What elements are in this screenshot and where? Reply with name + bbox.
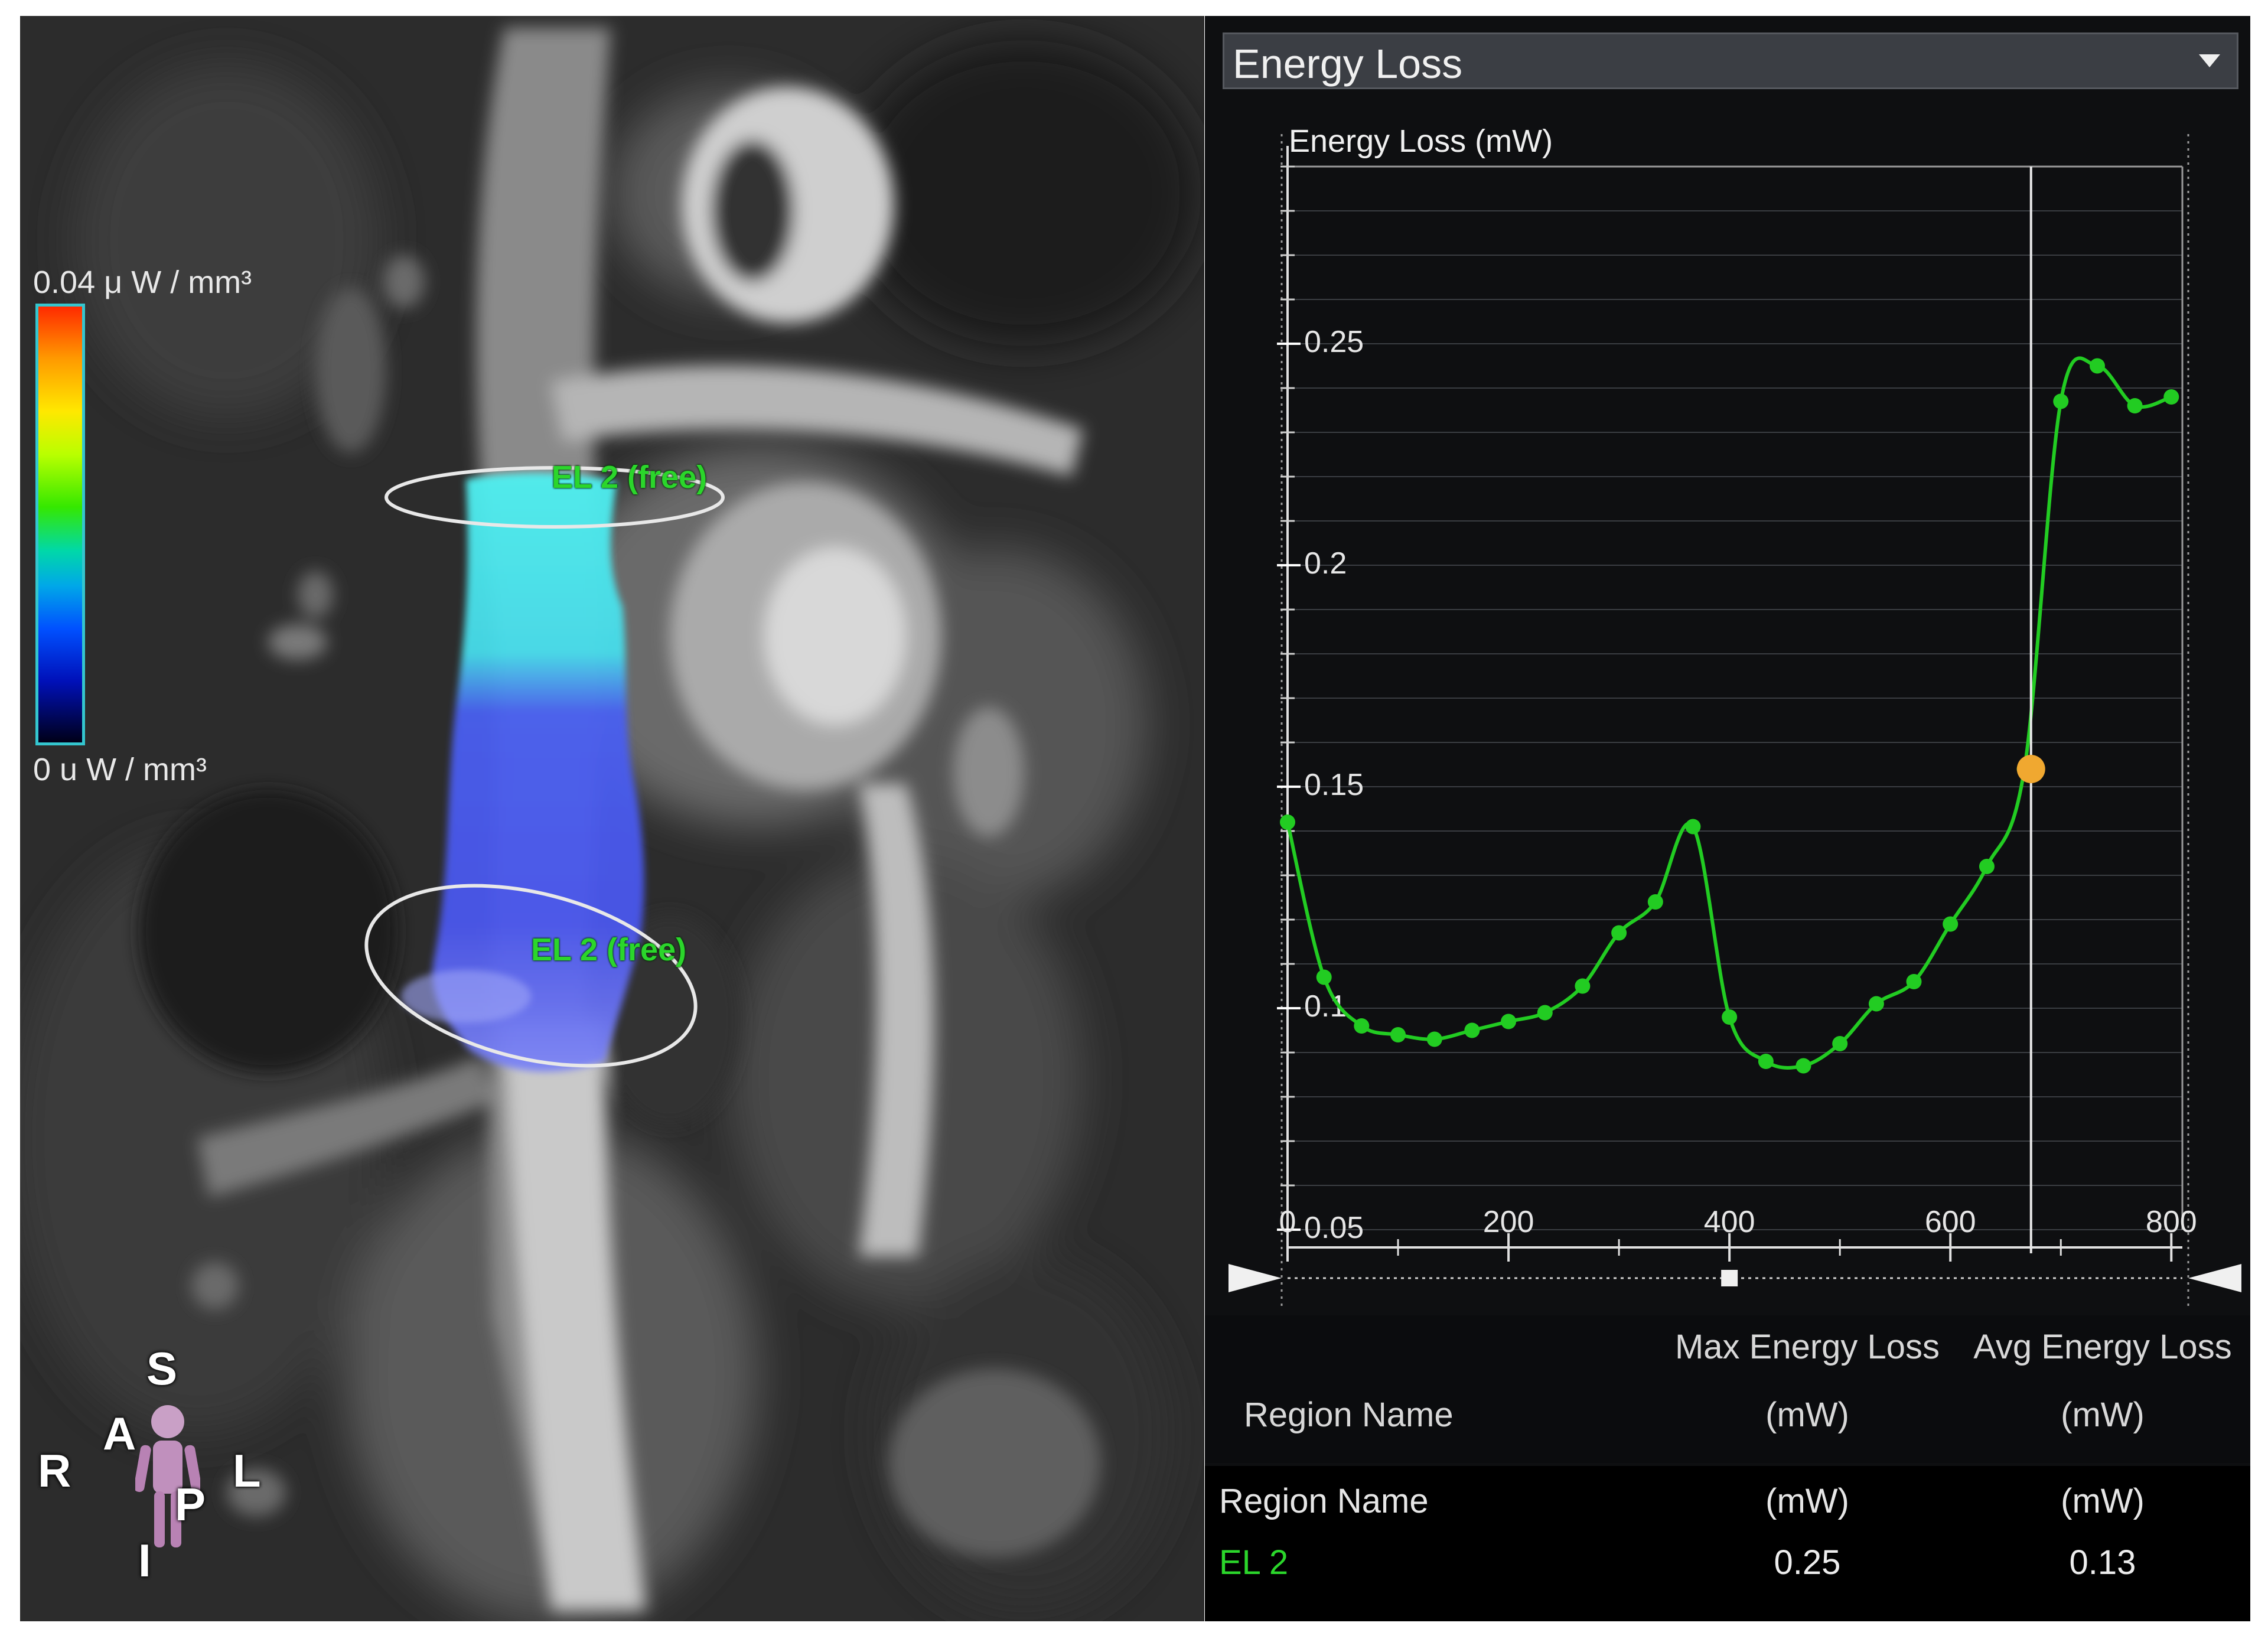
image-viewport[interactable]: 0.04 μ W / mm³ 0 u W / mm³ EL 2 (free) E… — [20, 16, 1204, 1621]
series-line — [1286, 356, 2172, 1070]
grid-lines — [1288, 166, 2182, 1230]
x-tick-label: 800 — [2146, 1205, 2197, 1239]
series-point — [1758, 1054, 1774, 1069]
colorbar — [35, 304, 85, 745]
x-tick-label: 200 — [1483, 1205, 1534, 1239]
series-point — [2127, 398, 2143, 413]
row-region-name: EL 2 — [1219, 1543, 1289, 1582]
series-point — [1868, 996, 1884, 1012]
series-layer — [1280, 356, 2179, 1074]
column-max-unit: (mW) — [1765, 1482, 1849, 1520]
time-range-slider — [1228, 1264, 2241, 1292]
y-tick-label: 0.2 — [1304, 546, 1347, 581]
table-header: Max Energy Loss Avg Energy Loss Region N… — [1205, 1315, 2250, 1463]
energy-loss-chart[interactable]: 0.05 0.1 0.15 0.2 0.25 0 200 400 600 800 Energy … — [1205, 93, 2250, 1309]
energy-loss-panel: Energy Loss 0.05 0.1 0.15 0.2 0.25 0 200 400 60… — [1205, 16, 2250, 1621]
chevron-down-icon[interactable] — [2199, 54, 2220, 67]
slider-left-handle[interactable] — [1228, 1264, 1282, 1292]
row-avg-value: 0.13 — [2069, 1543, 2136, 1582]
header-avg-unit: (mW) — [2061, 1396, 2145, 1434]
orientation-anterior: A — [103, 1407, 136, 1459]
y-tick-label: 0.15 — [1304, 768, 1364, 802]
y-axis-ticks: 0.050.10.150.20.25 — [1277, 165, 1364, 1245]
series-point — [2053, 393, 2069, 409]
series-point — [1354, 1018, 1370, 1034]
header-region-name: Region Name — [1244, 1396, 1454, 1434]
region-table: Region Name (mW) (mW) EL 2 0.25 0.13 — [1205, 1466, 2250, 1621]
series-point — [1537, 1005, 1553, 1021]
x-tick-label: 400 — [1704, 1205, 1755, 1239]
x-tick-label: 0 — [1279, 1205, 1296, 1239]
series-point — [1464, 1022, 1480, 1038]
y-axis-label: Energy Loss (mW) — [1289, 123, 1553, 159]
y-tick-label: 0.05 — [1304, 1211, 1364, 1245]
roi-label-bottom[interactable]: EL 2 (free) — [531, 931, 686, 968]
header-max-energy-loss: Max Energy Loss — [1674, 1328, 1940, 1366]
cursor-layer — [2016, 167, 2045, 1253]
roi-label-top[interactable]: EL 2 (free) — [552, 459, 707, 496]
series-point — [1426, 1031, 1442, 1047]
series-point — [1906, 974, 1922, 989]
slider-center-handle[interactable] — [1721, 1270, 1738, 1286]
mri-image — [20, 16, 1204, 1621]
orientation-left: L — [233, 1445, 261, 1497]
header-avg-energy-loss: Avg Energy Loss — [1973, 1328, 2232, 1366]
column-avg-unit: (mW) — [2061, 1482, 2145, 1520]
plot-frame — [1280, 134, 2189, 1309]
series-point — [1943, 916, 1959, 932]
orientation-right: R — [38, 1445, 71, 1497]
row-max-value: 0.25 — [1774, 1543, 1841, 1582]
colorbar-min-label: 0 u W / mm³ — [33, 752, 207, 787]
cursor-point[interactable] — [2016, 755, 2045, 783]
slider-right-handle[interactable] — [2188, 1264, 2241, 1292]
series-point — [1832, 1036, 1848, 1051]
series-point — [1611, 925, 1627, 941]
series-point — [2089, 358, 2105, 374]
series-point — [1979, 859, 1995, 874]
series-point — [1501, 1014, 1517, 1029]
series-point — [1685, 819, 1701, 835]
dropdown-title: Energy Loss — [1233, 41, 1463, 87]
chart-svg[interactable]: 0.050.10.150.20.25 0 200 400 600 800 Energy … — [1205, 93, 2250, 1309]
x-tick-label: 600 — [1925, 1205, 1976, 1239]
series-point — [2163, 389, 2179, 405]
column-region-name: Region Name — [1219, 1482, 1429, 1520]
orientation-posterior: P — [175, 1478, 206, 1530]
orientation-inferior: I — [138, 1534, 151, 1586]
y-tick-label: 0.25 — [1304, 325, 1364, 359]
orientation-superior: S — [146, 1343, 178, 1394]
series-point — [1795, 1058, 1811, 1074]
header-max-unit: (mW) — [1765, 1396, 1849, 1434]
x-axis-ticks: 0 200 400 600 800 — [1279, 1205, 2197, 1262]
series-point — [1316, 969, 1332, 985]
energy-loss-dropdown[interactable]: Energy Loss — [1223, 32, 2238, 89]
series-point — [1390, 1027, 1406, 1042]
colorbar-max-label: 0.04 μ W / mm³ — [33, 265, 252, 300]
series-point — [1647, 894, 1663, 910]
series-point — [1280, 814, 1295, 830]
series-point — [1722, 1009, 1738, 1025]
series-point — [1575, 978, 1591, 994]
